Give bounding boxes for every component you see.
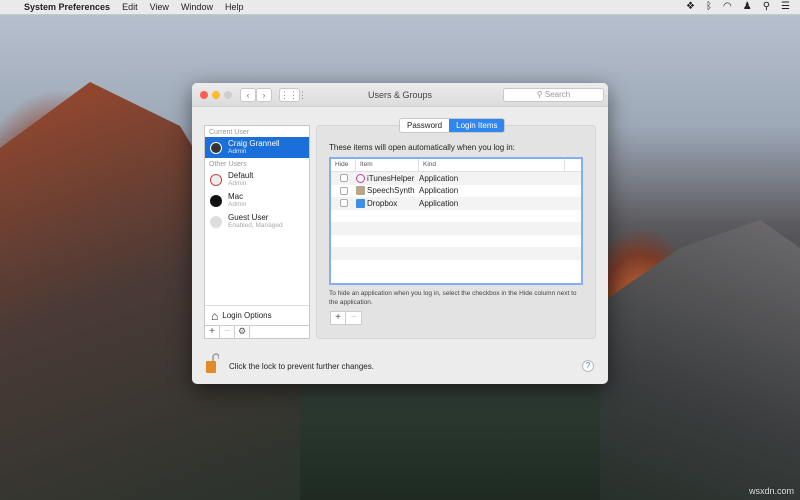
- dropbox-icon[interactable]: ❖: [686, 1, 695, 12]
- login-options-item[interactable]: ⌂ Login Options: [205, 305, 309, 325]
- gear-icon[interactable]: ⚙: [235, 326, 250, 338]
- user-name: Default: [228, 171, 254, 180]
- tab-password[interactable]: Password: [400, 119, 450, 132]
- menu-help[interactable]: Help: [225, 2, 244, 12]
- tab-login-items[interactable]: Login Items: [449, 119, 505, 132]
- title-bar: ‹ › ⋮⋮⋮ Users & Groups ⚲ Search: [192, 83, 608, 107]
- table-row[interactable]: SpeechSynth Application: [331, 185, 581, 198]
- remove-login-item-button[interactable]: −: [346, 312, 361, 324]
- user-role: Admin: [228, 201, 247, 208]
- menu-edit[interactable]: Edit: [122, 2, 138, 12]
- item-name: Dropbox: [367, 198, 398, 208]
- spotlight-icon[interactable]: ⚲: [763, 1, 770, 12]
- user-name: Mac: [228, 192, 244, 201]
- search-icon: ⚲: [536, 90, 545, 99]
- watermark: wsxdn.com: [748, 486, 794, 496]
- menu-bar: System Preferences Edit View Window Help…: [0, 0, 800, 15]
- column-kind[interactable]: Kind: [419, 159, 565, 171]
- user-item-craig[interactable]: Craig Grannell Admin: [205, 137, 309, 158]
- tab-bar: Password Login Items: [399, 118, 506, 133]
- speechsynth-icon: [356, 186, 365, 196]
- item-kind: Application: [419, 198, 459, 208]
- house-icon: ⌂: [211, 308, 219, 323]
- add-login-item-button[interactable]: +: [331, 312, 346, 324]
- login-items-toolbar: + −: [330, 311, 362, 325]
- notification-center-icon[interactable]: ☰: [781, 1, 790, 12]
- user-item-mac[interactable]: Mac Admin: [205, 190, 309, 211]
- item-name: iTunesHelper: [367, 173, 415, 183]
- search-input[interactable]: ⚲ Search: [503, 88, 604, 102]
- lock-message: Click the lock to prevent further change…: [229, 362, 374, 371]
- lock-open-icon[interactable]: [206, 353, 219, 373]
- menu-view[interactable]: View: [150, 2, 169, 12]
- avatar: [210, 215, 222, 228]
- item-kind: Application: [419, 173, 459, 183]
- users-groups-window: ‹ › ⋮⋮⋮ Users & Groups ⚲ Search Current …: [192, 83, 608, 384]
- wifi-icon[interactable]: ◠: [723, 1, 732, 12]
- user-role: Admin: [228, 148, 247, 155]
- user-role: Admin: [228, 180, 247, 187]
- avatar: [210, 194, 222, 207]
- user-icon[interactable]: ♟: [743, 1, 752, 12]
- add-user-button[interactable]: +: [205, 326, 220, 338]
- help-button[interactable]: ?: [582, 360, 594, 372]
- table-row[interactable]: Dropbox Application: [331, 197, 581, 210]
- avatar: [210, 173, 222, 186]
- user-list: Current User Craig Grannell Admin Other U…: [204, 125, 310, 339]
- table-header: Hide Item Kind: [331, 159, 581, 172]
- itunes-icon: [356, 173, 365, 183]
- item-kind: Application: [419, 186, 459, 196]
- user-item-default[interactable]: Default Admin: [205, 169, 309, 190]
- current-user-header: Current User: [209, 129, 250, 136]
- dropbox-icon: [356, 198, 365, 208]
- login-options-label: Login Options: [222, 311, 272, 320]
- user-name: Craig Grannell: [228, 139, 280, 148]
- user-name: Guest User: [228, 213, 269, 222]
- menu-app[interactable]: System Preferences: [24, 2, 110, 12]
- avatar: [210, 141, 222, 154]
- bluetooth-icon[interactable]: ᛒ: [706, 1, 712, 12]
- user-role: Enabled, Managed: [228, 222, 283, 229]
- table-body: iTunesHelper Application SpeechSynth App…: [331, 172, 581, 272]
- hide-checkbox[interactable]: [340, 174, 348, 183]
- column-item[interactable]: Item: [356, 159, 419, 171]
- item-name: SpeechSynth: [367, 186, 415, 196]
- login-items-intro: These items will open automatically when…: [329, 143, 515, 152]
- menu-window[interactable]: Window: [181, 2, 213, 12]
- hide-checkbox[interactable]: [340, 199, 348, 208]
- login-items-table: Hide Item Kind iTunesHelper Application …: [329, 157, 583, 285]
- other-users-header: Other Users: [209, 161, 247, 168]
- table-row[interactable]: iTunesHelper Application: [331, 172, 581, 185]
- user-list-toolbar: + − ⚙: [205, 325, 309, 338]
- column-hide[interactable]: Hide: [331, 159, 356, 171]
- user-item-guest[interactable]: Guest User Enabled, Managed: [205, 211, 309, 232]
- remove-user-button[interactable]: −: [220, 326, 235, 338]
- search-placeholder: Search: [544, 90, 571, 99]
- hide-hint-text: To hide an application when you log in, …: [329, 290, 577, 306]
- hide-checkbox[interactable]: [340, 186, 348, 195]
